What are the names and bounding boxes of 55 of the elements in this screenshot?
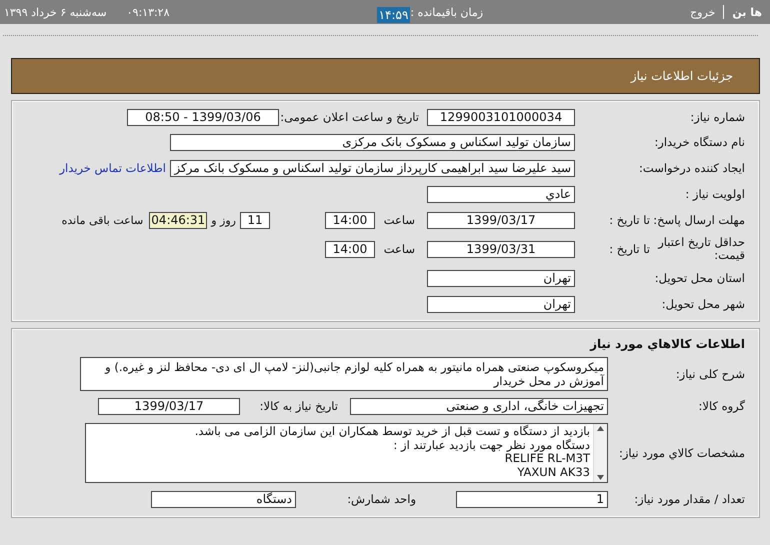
- input-field[interactable]: تهران: [427, 270, 575, 286]
- logout-link[interactable]: خروج: [690, 6, 716, 18]
- input-field[interactable]: سید علیرضا سید ابراهیمی کارپرداز سازمان تولید اسکناس و مسکوک بانک مرکز: [170, 160, 575, 176]
- field-label: شماره نیاز:: [689, 110, 745, 124]
- field-label: تا تاریخ :: [608, 213, 650, 227]
- field-label: تا تاریخ :: [608, 242, 650, 256]
- field-label: ایجاد کننده درخواست:: [638, 161, 745, 175]
- field-label: اولویت نیاز :: [684, 187, 745, 201]
- field-label: گروه کالا:: [698, 399, 745, 413]
- input-field[interactable]: دستگاه: [151, 490, 296, 508]
- input-field[interactable]: تجهیزات خانگی، اداری و صنعتی: [350, 398, 608, 414]
- field-label: استان محل تحویل:: [654, 271, 745, 285]
- input-field[interactable]: 1399/03/31: [427, 240, 575, 258]
- field-label: نام دستگاه خریدار:: [653, 135, 745, 149]
- input-field[interactable]: تهران: [427, 296, 575, 312]
- input-field[interactable]: سازمان تولید اسکناس و مسکوک بانک مرکزی: [170, 134, 575, 150]
- field-label: واحد شمارش:: [346, 492, 416, 506]
- up-arrow-icon[interactable]: [597, 426, 604, 431]
- page-header: جزئیات اطلاعات نیاز: [11, 58, 760, 94]
- input-field[interactable]: 14:00: [325, 212, 375, 228]
- field-label: حداقل تاریخ اعتبار قیمت:: [656, 236, 745, 262]
- input-field[interactable]: 14:00: [325, 240, 375, 258]
- field-label: ساعت باقی مانده: [62, 214, 144, 226]
- spec-line: RELIFE RL-M3T: [504, 452, 590, 466]
- field-label: روز و: [211, 214, 236, 226]
- current-date: سه‌شنبه ۶ خرداد ۱۳۹۹: [4, 6, 107, 18]
- input-field[interactable]: عادي: [427, 186, 575, 202]
- field-label: شهر محل تحویل:: [660, 297, 745, 311]
- field-label: مهلت ارسال پاسخ:: [652, 214, 745, 226]
- spec-line: YAXUN AK33: [516, 466, 590, 479]
- input-field[interactable]: 1399/03/06 - 08:50: [127, 108, 279, 126]
- section-title: اطلاعات کالاهاي مورد نياز: [588, 336, 745, 353]
- input-field[interactable]: 1399/03/17: [427, 212, 575, 228]
- remaining-time-field[interactable]: 04:46:31: [149, 212, 208, 228]
- username: ها بن: [732, 6, 762, 18]
- scrollbar[interactable]: [593, 424, 607, 482]
- field-label: ساعت: [382, 242, 415, 256]
- field-label: تاریخ نیاز به کالا:: [258, 399, 338, 413]
- field-label: تاریخ و ساعت اعلان عمومی:: [279, 110, 419, 124]
- field-label: مشخصات کالاي مورد نياز:: [618, 446, 745, 460]
- remaining-time-label: زمان باقیمانده :: [410, 6, 484, 18]
- input-field[interactable]: 1399/03/17: [98, 398, 240, 414]
- buyer-contact-link[interactable]: اطلاعات تماس خریدار: [59, 161, 166, 175]
- field-label: شرح کلی نیاز:: [674, 367, 745, 381]
- field-label: تعداد / مقدار مورد نیاز:: [633, 492, 745, 506]
- down-arrow-icon[interactable]: [597, 475, 604, 480]
- remaining-time: ۱۴:۵۹: [376, 7, 410, 23]
- input-field[interactable]: 11: [240, 212, 270, 228]
- spec-line: بازدید از دستگاه و تست قبل از خرید توسط همکاران این سازمان الزامی می باشد.: [194, 425, 590, 438]
- description-box: میکروسکوپ صنعتی همراه مانیتور به همراه کلیه لوازم جانبی(لنز- لامپ ال ای دی- محافظ لنز و غیره.) و آموزش در محل خریدار: [80, 357, 608, 391]
- field-label: ساعت: [382, 213, 415, 227]
- spec-line: دستگاه مورد نظر جهت بازدید عبارتند از :: [394, 438, 590, 452]
- clock-time: ۰۹:۱۳:۲۸: [126, 6, 170, 18]
- input-field[interactable]: 1: [456, 490, 608, 508]
- input-field[interactable]: 1299003101000034: [427, 108, 575, 126]
